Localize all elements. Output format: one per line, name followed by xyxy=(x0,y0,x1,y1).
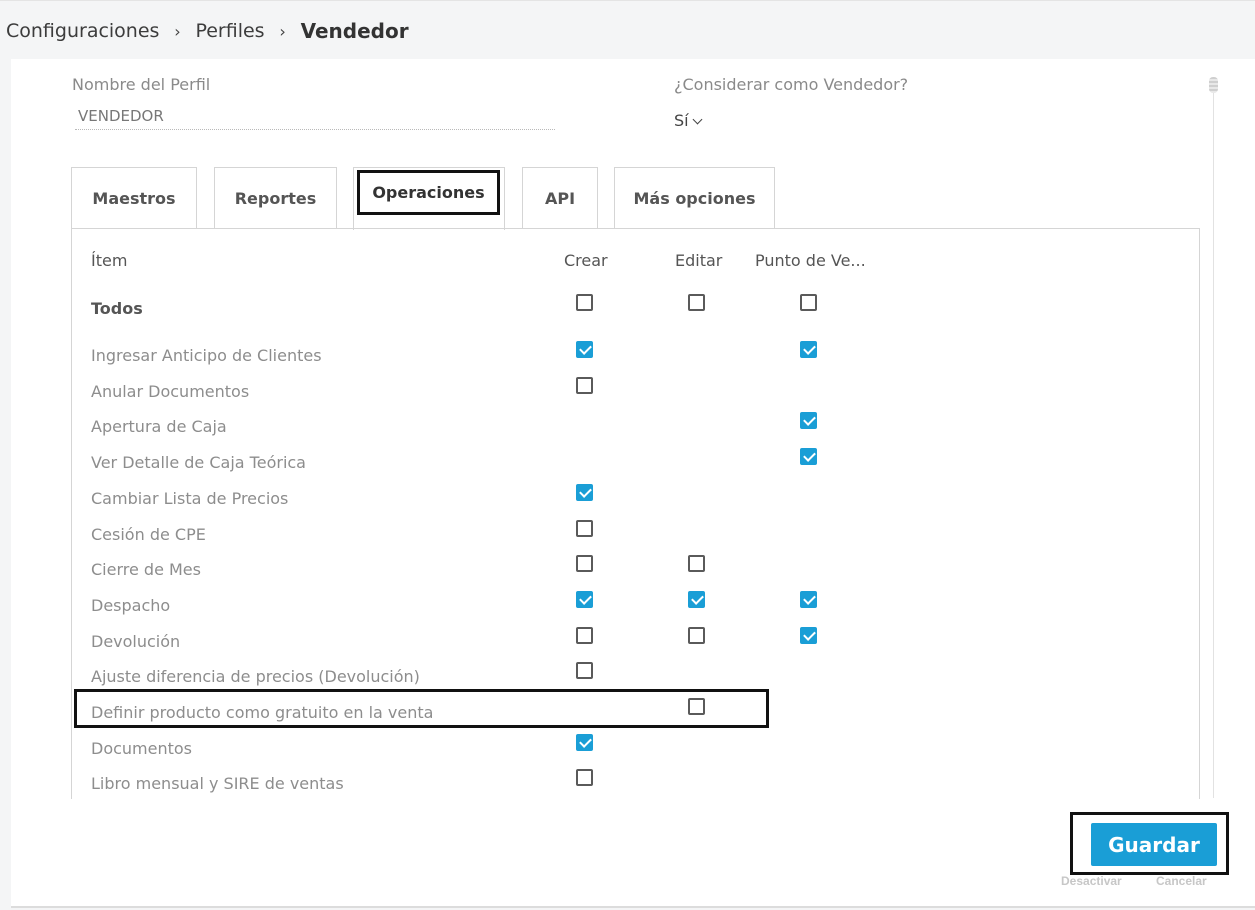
row-label: Devolución xyxy=(91,631,181,651)
checkbox-crear[interactable] xyxy=(576,519,593,537)
checkbox-punto[interactable] xyxy=(800,590,817,608)
row-label: Ajuste diferencia de precios (Devolución… xyxy=(91,667,420,687)
checkbox-todos-crear[interactable] xyxy=(576,294,593,311)
save-button[interactable]: Guardar xyxy=(1091,823,1217,866)
checkbox-crear[interactable] xyxy=(576,555,593,573)
page-title: Vendedor xyxy=(300,19,409,43)
deactivate-link[interactable]: Desactivar xyxy=(1061,874,1122,888)
top-divider xyxy=(0,0,1255,1)
scrollbar-track[interactable] xyxy=(1213,93,1214,798)
column-header-punto-de-venta: Punto de Ve... xyxy=(755,251,866,270)
tab-label: Reportes xyxy=(234,189,317,208)
chevron-right-icon: › xyxy=(279,21,286,41)
row-label: Documentos xyxy=(91,738,193,758)
checkbox-punto[interactable] xyxy=(800,448,817,466)
column-header-crear: Crear xyxy=(564,251,608,270)
checkbox-crear[interactable] xyxy=(576,483,593,501)
row-label: Apertura de Caja xyxy=(91,417,227,437)
checkbox-editar[interactable] xyxy=(688,555,705,573)
breadcrumb-configuraciones[interactable]: Configuraciones xyxy=(6,20,159,42)
row-label: Cierre de Mes xyxy=(91,560,201,580)
row-label: Despacho xyxy=(91,595,171,615)
chevron-right-icon: › xyxy=(174,21,181,41)
tab-maestros[interactable]: Maestros xyxy=(71,167,197,229)
checkbox-todos-punto[interactable] xyxy=(800,294,817,311)
scrollbar-handle[interactable] xyxy=(1209,77,1218,93)
tab-label: API xyxy=(544,189,576,208)
column-header-item: Ítem xyxy=(91,251,128,270)
breadcrumb-perfiles[interactable]: Perfiles xyxy=(195,20,264,42)
checkbox-crear[interactable] xyxy=(576,341,593,358)
row-label: Cambiar Lista de Precios xyxy=(91,488,289,508)
tab-label: Maestros xyxy=(92,189,176,208)
row-label: Anular Documentos xyxy=(91,381,250,401)
tab-label: Operaciones xyxy=(372,183,485,202)
chevron-down-icon xyxy=(692,114,703,124)
row-label: Libro mensual y SIRE de ventas xyxy=(91,774,344,794)
row-label: Ingresar Anticipo de Clientes xyxy=(91,346,322,365)
checkbox-todos-editar[interactable] xyxy=(688,294,705,311)
checkbox-punto[interactable] xyxy=(800,412,817,430)
tab-label: Más opciones xyxy=(633,189,756,208)
tab-mas-opciones[interactable]: Más opciones xyxy=(614,167,775,229)
row-label: Ver Detalle de Caja Teórica xyxy=(91,453,306,473)
column-header-editar: Editar xyxy=(675,251,723,270)
profile-name-label: Nombre del Perfil xyxy=(72,75,211,94)
checkbox-crear[interactable] xyxy=(576,733,593,751)
checkbox-editar[interactable] xyxy=(688,626,705,644)
tab-api[interactable]: API xyxy=(522,167,598,229)
profile-panel: Nombre del Perfil VENDEDOR ¿Considerar c… xyxy=(11,59,1255,908)
checkbox-punto[interactable] xyxy=(800,341,817,358)
row-label-todos: Todos xyxy=(91,299,143,318)
checkbox-crear[interactable] xyxy=(576,590,593,608)
checkbox-editar[interactable] xyxy=(688,590,705,608)
checkbox-punto[interactable] xyxy=(800,626,817,644)
breadcrumb: Configuraciones › Perfiles › Vendedor xyxy=(6,18,409,44)
seller-select-value: Sí xyxy=(674,111,689,130)
checkbox-crear[interactable] xyxy=(576,376,593,394)
seller-select[interactable]: Sí xyxy=(674,111,703,130)
checkbox-crear[interactable] xyxy=(576,662,593,680)
row-highlight-box xyxy=(74,689,769,728)
row-label: Cesión de CPE xyxy=(91,524,206,544)
profile-name-field[interactable]: VENDEDOR xyxy=(75,107,555,130)
seller-question-label: ¿Considerar como Vendedor? xyxy=(674,75,909,94)
checkbox-crear[interactable] xyxy=(576,769,593,787)
tab-operaciones-highlight[interactable]: Operaciones xyxy=(357,170,500,215)
checkbox-crear[interactable] xyxy=(576,626,593,644)
cancel-link[interactable]: Cancelar xyxy=(1156,874,1207,888)
tab-reportes[interactable]: Reportes xyxy=(214,167,337,229)
